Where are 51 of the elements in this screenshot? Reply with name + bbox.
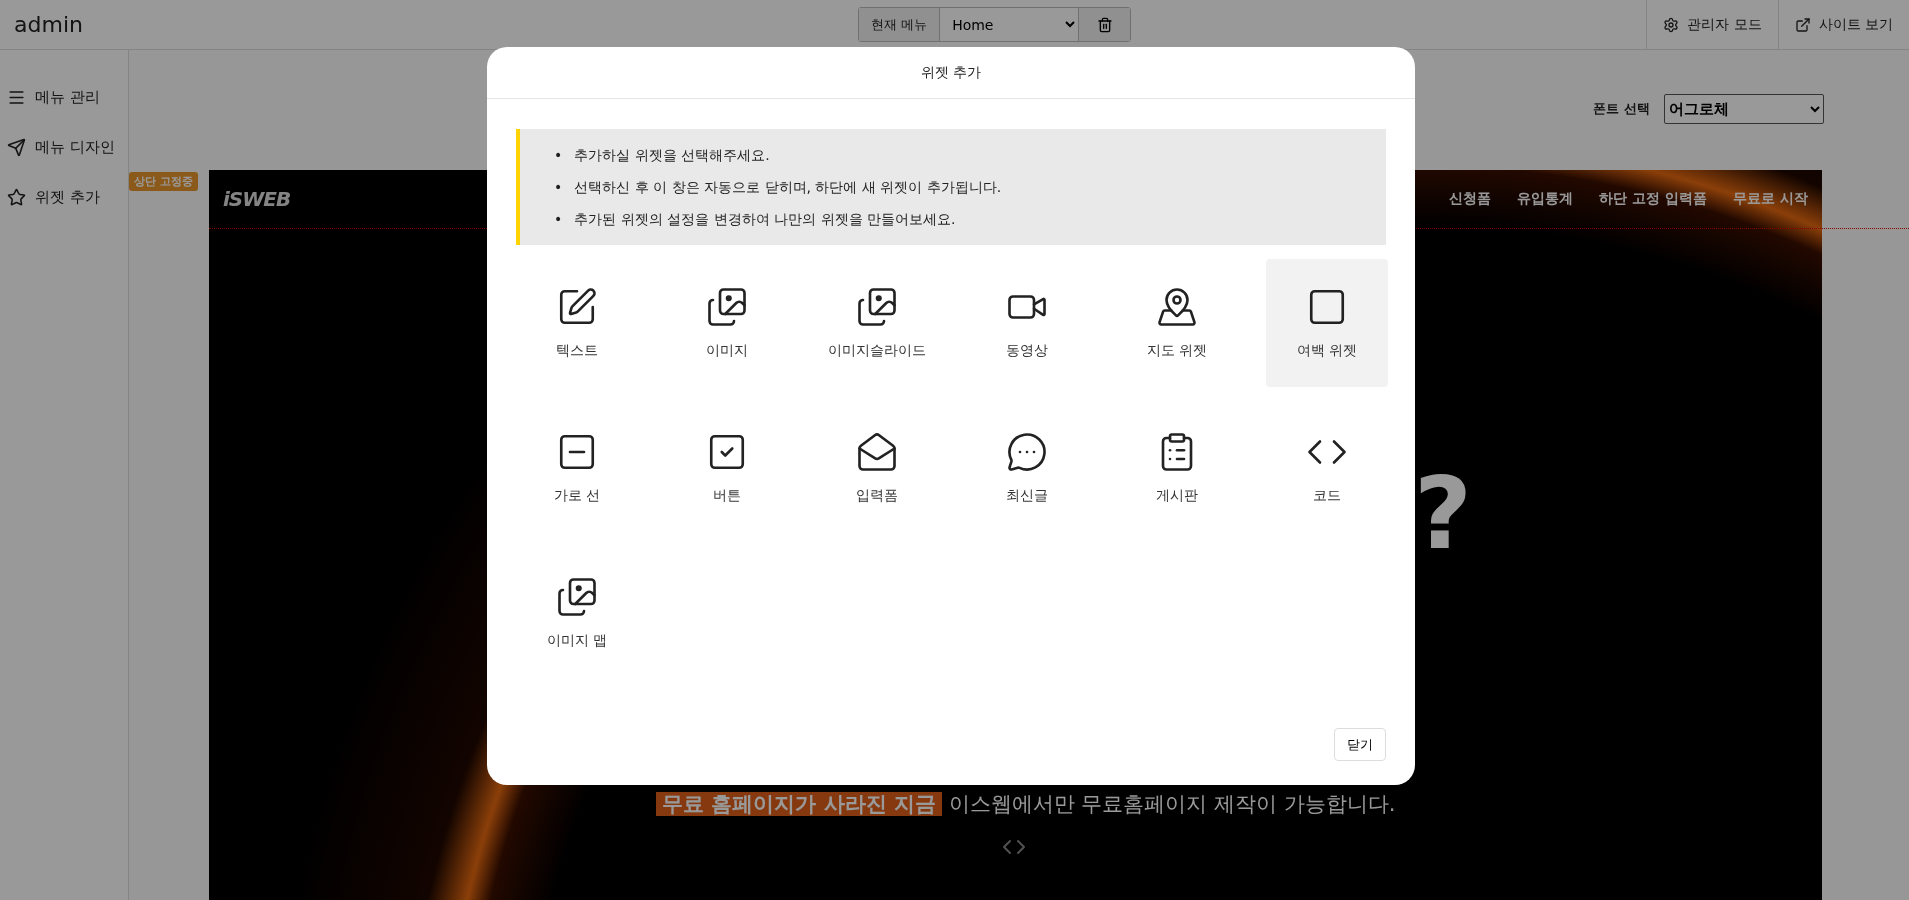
fixed-badge: 상단 고정중 bbox=[129, 172, 198, 191]
info-note: 추가하실 위젯을 선택해주세요. bbox=[574, 146, 770, 165]
dialog-title: 위젯 추가 bbox=[920, 63, 982, 82]
bullet-mark: • bbox=[554, 146, 563, 165]
widget-option[interactable]: 동영상 bbox=[966, 259, 1088, 387]
images-icon bbox=[706, 286, 748, 328]
paper-plane-icon bbox=[7, 137, 26, 157]
widget-option[interactable]: 지도 위젯 bbox=[1116, 259, 1238, 387]
close-button[interactable]: 닫기 bbox=[1334, 728, 1386, 761]
bullet-mark: • bbox=[554, 178, 563, 197]
site-logo: iSWEB bbox=[222, 187, 291, 211]
site-nav-link[interactable]: 신청폼 bbox=[1449, 190, 1492, 208]
widget-option[interactable]: 이미지슬라이드 bbox=[816, 259, 938, 387]
font-select[interactable]: 어그로체 bbox=[1664, 94, 1824, 124]
topbar-link[interactable]: 사이트 보기 bbox=[1777, 0, 1909, 49]
external-link-icon bbox=[1794, 16, 1811, 33]
images-icon bbox=[556, 576, 598, 618]
site-nav-link[interactable]: 무료로 시작 bbox=[1733, 190, 1808, 208]
hero-question-mark: ? bbox=[1414, 455, 1472, 572]
envelope-icon bbox=[856, 431, 898, 473]
trash-icon bbox=[1096, 16, 1113, 33]
widget-option[interactable]: 이미지 맵 bbox=[516, 549, 638, 677]
speech-bubble-icon bbox=[1006, 431, 1048, 473]
widget-option[interactable]: 버튼 bbox=[666, 404, 788, 532]
widget-option[interactable]: 입력폼 bbox=[816, 404, 938, 532]
widget-option[interactable]: 여백 위젯 bbox=[1266, 259, 1388, 387]
sidebar-item[interactable]: 메뉴 관리 bbox=[0, 72, 128, 122]
widget-option[interactable]: 게시판 bbox=[1116, 404, 1238, 532]
settings-icon bbox=[1663, 16, 1680, 33]
site-nav-link[interactable]: 유입통계 bbox=[1517, 190, 1574, 208]
topbar-link[interactable]: 관리자 모드 bbox=[1646, 0, 1778, 49]
images-icon bbox=[856, 286, 898, 328]
star-icon bbox=[7, 187, 26, 207]
widget-option[interactable]: 가로 선 bbox=[516, 404, 638, 532]
font-select-label: 폰트 선택 bbox=[1593, 100, 1650, 118]
widget-option[interactable]: 최신글 bbox=[966, 404, 1088, 532]
sidebar-item[interactable]: 메뉴 디자인 bbox=[0, 122, 128, 172]
hero-tagline: 무료 홈페이지가 사라진 지금 이스웹에서만 무료홈페이지 제작이 가능합니다. bbox=[656, 790, 1396, 818]
info-note: 선택하신 후 이 창은 자동으로 닫히며, 하단에 새 위젯이 추가됩니다. bbox=[574, 178, 1002, 197]
bullet-mark: • bbox=[554, 210, 563, 229]
widget-option[interactable]: 이미지 bbox=[666, 259, 788, 387]
map-pin-icon bbox=[1156, 286, 1198, 328]
site-nav-link[interactable]: 하단 고정 입력폼 bbox=[1599, 190, 1708, 208]
widget-option[interactable]: 코드 bbox=[1266, 404, 1388, 532]
sidebar-item[interactable]: 위젯 추가 bbox=[0, 172, 128, 222]
current-menu-label: 현재 메뉴 bbox=[859, 8, 941, 41]
widget-option[interactable]: 텍스트 bbox=[516, 259, 638, 387]
delete-button[interactable] bbox=[1078, 8, 1131, 41]
brand-title: admin bbox=[13, 12, 84, 37]
current-menu-control[interactable]: 현재 메뉴 Home bbox=[858, 7, 1132, 42]
info-note: 추가된 위젯의 설정을 변경하여 나만의 위젯을 만들어보세요. bbox=[574, 210, 956, 229]
